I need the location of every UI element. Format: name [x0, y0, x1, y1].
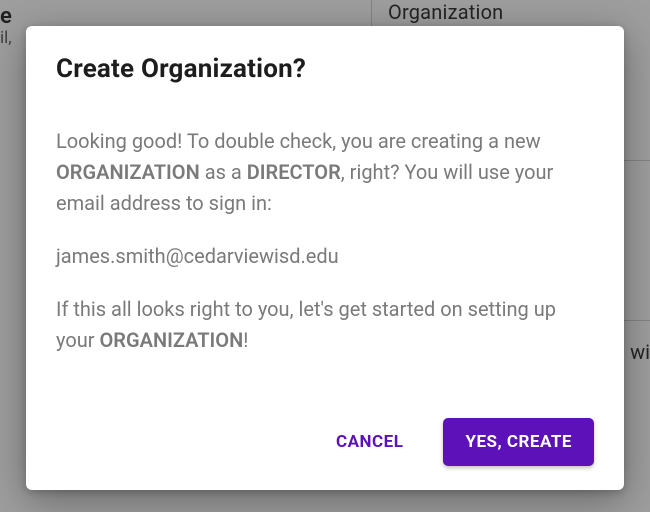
confirm-button[interactable]: YES, CREATE — [443, 418, 594, 466]
dialog-paragraph-1: Looking good! To double check, you are c… — [56, 126, 594, 219]
dialog-title: Create Organization? — [56, 54, 594, 84]
create-organization-dialog: Create Organization? Looking good! To do… — [26, 26, 624, 490]
emph-organization: organization — [56, 160, 200, 184]
emph-role: director — [247, 160, 341, 184]
emph-organization: organization — [100, 328, 244, 352]
dialog-body: Looking good! To double check, you are c… — [56, 126, 594, 418]
dialog-paragraph-3: If this all looks right to you, let's ge… — [56, 294, 594, 356]
cancel-button[interactable]: CANCEL — [314, 418, 425, 466]
dialog-email: james.smith@cedarviewisd.edu — [56, 241, 594, 272]
dialog-actions: CANCEL YES, CREATE — [56, 418, 594, 466]
